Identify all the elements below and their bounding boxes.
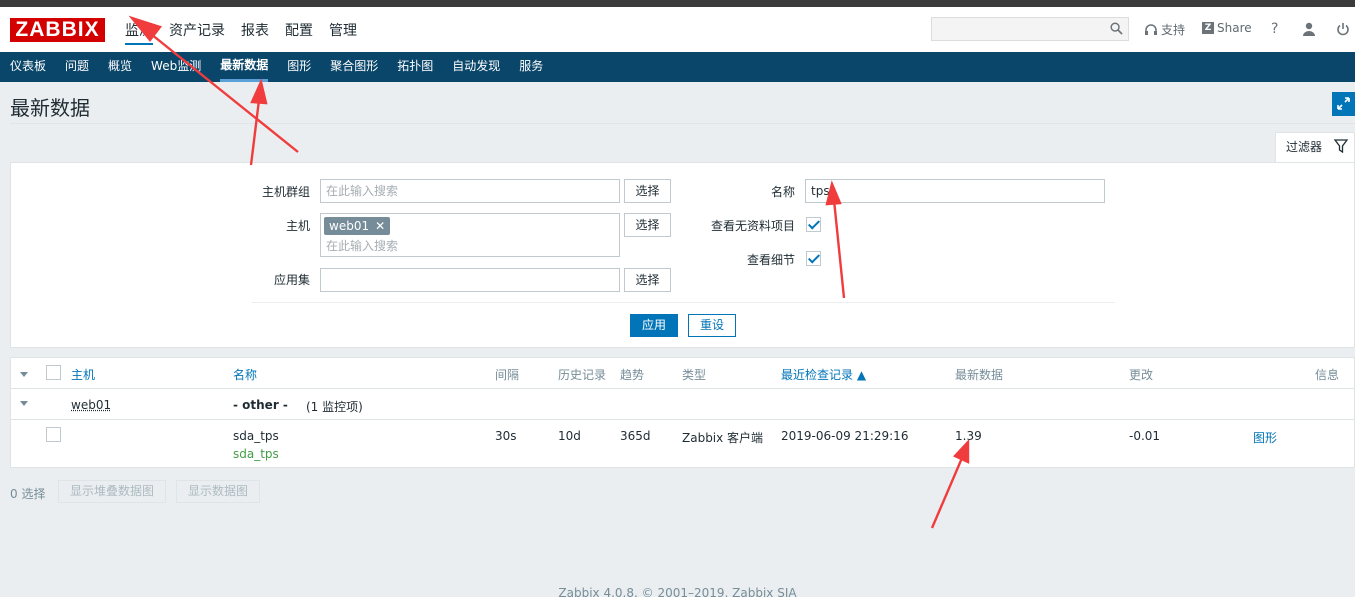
item-interval: 30s: [495, 429, 517, 443]
tab-problems[interactable]: 问题: [65, 52, 89, 82]
filter-panel: [10, 162, 1355, 348]
zabbix-logo[interactable]: ZABBIX: [10, 18, 105, 42]
stacked-graph-button[interactable]: 显示堆叠数据图: [58, 480, 166, 503]
col-last-value: 最新数据: [955, 368, 1004, 382]
power-icon[interactable]: [1336, 22, 1350, 36]
funnel-icon: [1334, 139, 1348, 153]
menu-inventory[interactable]: 资产记录: [169, 20, 225, 45]
host-tag-label: web01: [329, 219, 370, 233]
application-input[interactable]: [320, 268, 620, 292]
tab-latest-data[interactable]: 最新数据: [220, 52, 269, 82]
group-app-count: (1 监控项): [306, 400, 363, 414]
item-checkbox[interactable]: [46, 427, 61, 442]
group-divider: [11, 419, 1355, 420]
filter-tab-label: 过滤器: [1286, 140, 1323, 154]
group-app-name: - other -: [233, 398, 288, 412]
application-label: 应用集: [273, 273, 310, 287]
group-host-link[interactable]: web01: [71, 398, 111, 412]
share-link[interactable]: Z Share: [1202, 21, 1252, 35]
col-host[interactable]: 主机: [71, 366, 95, 383]
col-interval: 间隔: [495, 368, 520, 382]
sub-navigation: 仪表板 问题 概览 Web监测 最新数据 图形 聚合图形 拓扑图 自动发现 服务: [0, 52, 1355, 82]
selected-count: 0 选择: [10, 487, 46, 501]
host-label: 主机: [285, 219, 310, 233]
top-strip: [0, 0, 1355, 7]
item-last-check: 2019-06-09 21:29:16: [781, 429, 909, 443]
support-link[interactable]: 支持: [1144, 21, 1185, 38]
latest-data-table: 主机 名称 间隔 历史记录 趋势 类型 最近检查记录 ▲ 最新数据 更改 信息 …: [10, 357, 1355, 468]
search-icon[interactable]: [1110, 22, 1123, 35]
item-trends: 365d: [620, 429, 651, 443]
headset-icon: [1145, 23, 1157, 35]
menu-configuration[interactable]: 配置: [285, 20, 313, 45]
item-history: 10d: [558, 429, 581, 443]
col-type: 类型: [682, 368, 707, 382]
show-without-data-checkbox[interactable]: [806, 217, 821, 232]
menu-administration[interactable]: 管理: [329, 20, 357, 45]
collapse-all-icon[interactable]: [20, 372, 28, 377]
show-without-data-label: 查看无资料项目: [710, 219, 795, 233]
show-details-label: 查看细节: [746, 253, 795, 267]
apply-button[interactable]: 应用: [630, 314, 678, 337]
menu-monitoring[interactable]: 监测: [125, 20, 153, 45]
page-title: 最新数据: [10, 96, 90, 120]
help-icon[interactable]: ?: [1271, 21, 1278, 37]
host-select-button[interactable]: 选择: [624, 213, 671, 237]
col-info: 信息: [1315, 368, 1340, 382]
name-label: 名称: [770, 185, 795, 199]
tab-screens[interactable]: 聚合图形: [330, 52, 378, 82]
footer-copyright: Zabbix 4.0.8. © 2001–2019, Zabbix SIA: [558, 586, 797, 597]
item-change: -0.01: [1129, 429, 1161, 443]
col-change: 更改: [1129, 368, 1154, 382]
annotation-arrow-subnav: [249, 99, 261, 166]
item-last-value: 1.39: [955, 429, 982, 443]
col-last-check[interactable]: 最近检查记录 ▲: [781, 366, 866, 383]
tab-services[interactable]: 服务: [519, 52, 543, 82]
filter-divider: [252, 302, 1115, 303]
show-details-checkbox[interactable]: [806, 251, 821, 266]
tab-discovery[interactable]: 自动发现: [452, 52, 500, 82]
fullscreen-button[interactable]: [1332, 92, 1355, 116]
col-name[interactable]: 名称: [233, 366, 257, 383]
share-label: Share: [1217, 21, 1252, 35]
graph-button[interactable]: 显示数据图: [176, 480, 260, 503]
annotation-arrow-value: [930, 457, 964, 529]
header-divider: [11, 388, 1355, 389]
col-trends: 趋势: [620, 368, 645, 382]
tab-maps[interactable]: 拓扑图: [397, 52, 433, 82]
search-input[interactable]: [931, 17, 1129, 41]
reset-button[interactable]: 重设: [688, 314, 736, 337]
support-label: 支持: [1161, 23, 1186, 37]
header: ZABBIX 监测 资产记录 报表 配置 管理 支持 Z Share ?: [0, 7, 1355, 52]
tab-graphs[interactable]: 图形: [287, 52, 311, 82]
host-placeholder: 在此输入搜索: [326, 239, 399, 253]
top-menu: 监测 资产记录 报表 配置 管理: [125, 20, 373, 45]
select-all-checkbox[interactable]: [46, 365, 61, 380]
hostgroup-placeholder: 在此输入搜索: [326, 184, 399, 198]
collapse-host-icon[interactable]: [20, 401, 28, 406]
menu-reports[interactable]: 报表: [241, 20, 269, 45]
annotation-arrowhead-subnav: [250, 78, 268, 105]
host-tag[interactable]: web01 ✕: [324, 217, 391, 235]
hostgroup-select-button[interactable]: 选择: [624, 179, 671, 203]
application-select-button[interactable]: 选择: [624, 268, 671, 292]
col-history: 历史记录: [558, 368, 607, 382]
hostgroup-input[interactable]: 在此输入搜索: [320, 179, 620, 203]
item-name: sda_tps: [233, 429, 279, 443]
user-profile-icon[interactable]: [1302, 22, 1316, 36]
tab-overview[interactable]: 概览: [108, 52, 132, 82]
tab-web[interactable]: Web监测: [151, 52, 201, 82]
item-key: sda_tps: [233, 447, 279, 461]
host-multiselect[interactable]: web01 ✕ 在此输入搜索: [320, 213, 620, 257]
tab-dashboard[interactable]: 仪表板: [10, 52, 46, 82]
hostgroup-label: 主机群组: [261, 185, 310, 199]
expand-icon: [1337, 97, 1350, 110]
filter-tab[interactable]: 过滤器: [1275, 132, 1355, 162]
name-input[interactable]: tps: [805, 179, 1105, 203]
title-divider: [10, 123, 1355, 124]
item-type: Zabbix 客户端: [682, 431, 764, 445]
share-icon: Z: [1202, 22, 1214, 34]
item-graph-link[interactable]: 图形: [1253, 429, 1277, 446]
close-icon[interactable]: ✕: [375, 219, 385, 233]
